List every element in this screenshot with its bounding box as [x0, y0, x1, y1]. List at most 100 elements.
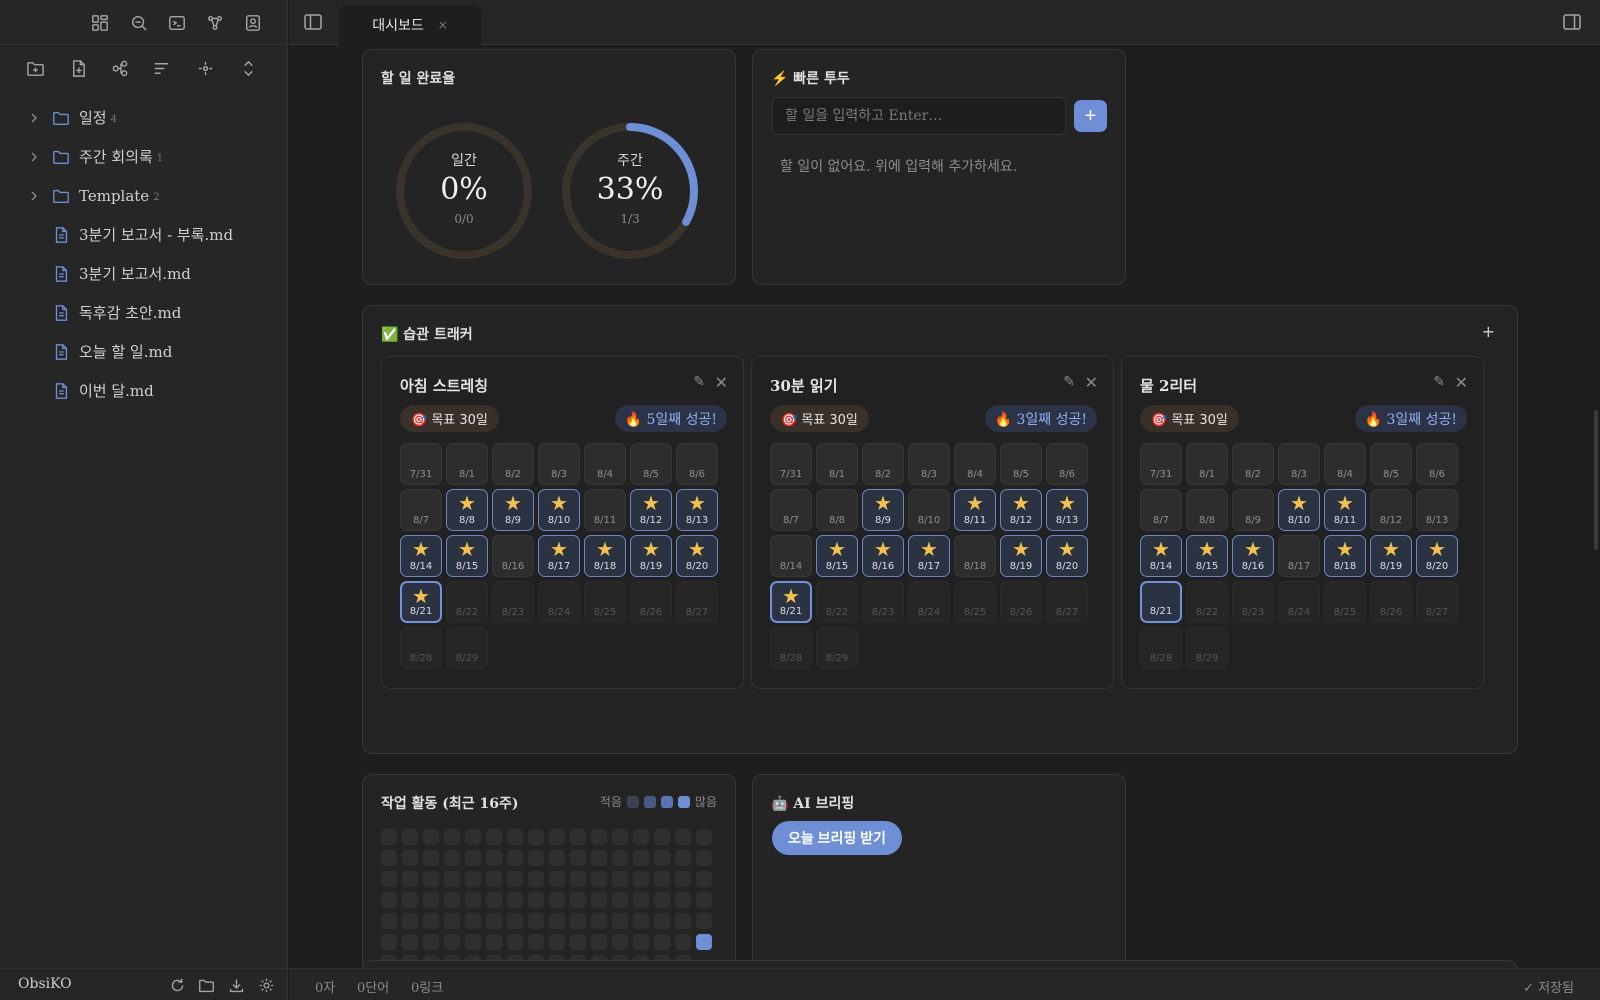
settings-gear-icon[interactable] — [256, 975, 276, 995]
habit-day-cell[interactable]: 8/8 — [1186, 489, 1228, 531]
chevron-right-icon[interactable] — [26, 113, 42, 123]
habit-day-cell[interactable]: ★ 8/11 — [1324, 489, 1366, 531]
habit-day-cell[interactable]: 8/2 — [492, 443, 534, 485]
chevron-right-icon[interactable] — [26, 191, 42, 201]
habit-day-cell[interactable]: 8/17 — [1278, 535, 1320, 577]
habit-day-cell[interactable]: ★ 8/16 — [862, 535, 904, 577]
habit-day-cell[interactable]: 8/4 — [584, 443, 626, 485]
file-item[interactable]: 독후감 초안.md — [0, 293, 288, 332]
sidebar-toggle-left-icon[interactable] — [303, 12, 325, 34]
new-note-icon[interactable] — [65, 55, 91, 81]
habit-day-cell[interactable]: ★ 8/15 — [1186, 535, 1228, 577]
habit-day-cell[interactable]: 8/16 — [492, 535, 534, 577]
habit-day-cell[interactable]: ★ 8/19 — [1000, 535, 1042, 577]
get-briefing-button[interactable]: 오늘 브리핑 받기 — [772, 821, 902, 855]
download-icon[interactable] — [226, 975, 246, 995]
add-habit-button[interactable]: + — [1482, 322, 1495, 341]
habit-day-cell[interactable]: 8/6 — [676, 443, 718, 485]
habit-day-cell[interactable]: ★ 8/11 — [954, 489, 996, 531]
habit-day-cell[interactable]: ★ 8/16 — [1232, 535, 1274, 577]
habit-day-cell[interactable]: ★ 8/12 — [1000, 489, 1042, 531]
habit-day-cell[interactable]: ★ 8/17 — [538, 535, 580, 577]
open-folder-icon[interactable] — [196, 975, 216, 995]
terminal-icon[interactable] — [165, 11, 189, 35]
habit-day-cell[interactable]: 8/6 — [1416, 443, 1458, 485]
add-todo-button[interactable]: + — [1074, 100, 1107, 132]
habit-day-cell[interactable]: ★ 8/21 — [400, 581, 442, 623]
delete-close-icon[interactable]: ✕ — [1455, 373, 1468, 392]
habit-day-cell[interactable]: 8/3 — [908, 443, 950, 485]
habit-day-cell[interactable]: 8/2 — [862, 443, 904, 485]
habit-day-cell[interactable]: ★ 8/14 — [1140, 535, 1182, 577]
habit-day-cell[interactable]: 8/13 — [1416, 489, 1458, 531]
organize-tree-icon[interactable] — [107, 55, 133, 81]
file-item[interactable]: 3분기 보고서.md — [0, 254, 288, 293]
habit-day-cell[interactable]: ★ 8/10 — [538, 489, 580, 531]
habit-day-cell[interactable]: 8/5 — [1370, 443, 1412, 485]
new-folder-icon[interactable] — [22, 55, 48, 81]
file-item[interactable]: 이번 달.md — [0, 371, 288, 410]
edit-pencil-icon[interactable]: ✎ — [1063, 374, 1075, 390]
habit-day-cell[interactable]: ★ 8/15 — [816, 535, 858, 577]
habit-day-cell[interactable]: ★ 8/20 — [1416, 535, 1458, 577]
folder-item-schedule[interactable]: 일정 4 — [0, 98, 288, 137]
habit-day-cell[interactable]: ★ 8/14 — [400, 535, 442, 577]
sort-icon[interactable] — [148, 55, 174, 81]
habit-day-cell[interactable]: 8/7 — [770, 489, 812, 531]
habit-day-cell[interactable]: ★ 8/9 — [492, 489, 534, 531]
habit-day-cell[interactable]: ★ 8/20 — [1046, 535, 1088, 577]
habit-day-cell[interactable]: ★ 8/20 — [676, 535, 718, 577]
habit-day-cell[interactable]: 8/11 — [584, 489, 626, 531]
habit-day-cell[interactable]: 7/31 — [770, 443, 812, 485]
habit-day-cell[interactable]: ★ 8/13 — [676, 489, 718, 531]
tab-close-icon[interactable]: × — [438, 18, 448, 32]
habit-day-cell[interactable]: ★ 8/18 — [584, 535, 626, 577]
vault-name[interactable]: ObsiKO — [18, 976, 72, 992]
habit-day-cell[interactable]: 8/9 — [1232, 489, 1274, 531]
habit-day-cell[interactable]: ★ 8/15 — [446, 535, 488, 577]
habit-day-cell[interactable]: 8/1 — [446, 443, 488, 485]
collapse-expand-icon[interactable] — [235, 55, 261, 81]
delete-close-icon[interactable]: ✕ — [715, 373, 728, 392]
habit-day-cell[interactable]: 8/3 — [538, 443, 580, 485]
habit-day-cell[interactable]: 8/14 — [770, 535, 812, 577]
habit-day-cell[interactable]: 8/7 — [400, 489, 442, 531]
habit-day-cell[interactable]: 8/12 — [1370, 489, 1412, 531]
habit-day-cell[interactable]: ★ 8/19 — [630, 535, 672, 577]
habit-day-cell[interactable]: 8/10 — [908, 489, 950, 531]
habit-day-cell[interactable]: 8/18 — [954, 535, 996, 577]
dashboard-grid-icon[interactable] — [88, 11, 112, 35]
habit-day-cell[interactable]: ★ 8/10 — [1278, 489, 1320, 531]
contact-book-icon[interactable] — [241, 11, 265, 35]
habit-day-cell[interactable]: 8/6 — [1046, 443, 1088, 485]
habit-day-cell[interactable]: ★ 8/12 — [630, 489, 672, 531]
habit-day-cell[interactable]: ★ 8/8 — [446, 489, 488, 531]
tab-dashboard[interactable]: 대시보드 × — [339, 5, 481, 45]
habit-day-cell[interactable]: 7/31 — [1140, 443, 1182, 485]
habit-day-cell[interactable]: 8/1 — [816, 443, 858, 485]
habit-day-cell[interactable]: 8/7 — [1140, 489, 1182, 531]
scrollbar[interactable] — [1594, 410, 1598, 550]
habit-day-cell[interactable]: 8/2 — [1232, 443, 1274, 485]
delete-close-icon[interactable]: ✕ — [1085, 373, 1098, 392]
sync-icon[interactable] — [167, 975, 187, 995]
habit-day-cell[interactable]: 8/1 — [1186, 443, 1228, 485]
habit-day-cell[interactable]: 8/8 — [816, 489, 858, 531]
habit-day-cell[interactable]: ★ 8/17 — [908, 535, 950, 577]
habit-day-cell[interactable]: 7/31 — [400, 443, 442, 485]
habit-day-cell[interactable]: 8/5 — [630, 443, 672, 485]
habit-day-cell[interactable]: 8/3 — [1278, 443, 1320, 485]
folder-item-template[interactable]: Template 2 — [0, 176, 288, 215]
search-icon[interactable] — [127, 11, 151, 35]
file-item[interactable]: 오늘 할 일.md — [0, 332, 288, 371]
edit-pencil-icon[interactable]: ✎ — [693, 374, 705, 390]
sidebar-toggle-right-icon[interactable] — [1562, 12, 1584, 34]
todo-input[interactable] — [772, 97, 1066, 135]
habit-day-cell[interactable]: ★ 8/9 — [862, 489, 904, 531]
habit-day-cell[interactable]: 8/21 — [1140, 581, 1182, 623]
habit-day-cell[interactable]: ★ 8/18 — [1324, 535, 1366, 577]
folder-item-weekly-meetings[interactable]: 주간 회의록 1 — [0, 137, 288, 176]
file-item[interactable]: 3분기 보고서 - 부록.md — [0, 215, 288, 254]
edit-pencil-icon[interactable]: ✎ — [1433, 374, 1445, 390]
habit-day-cell[interactable]: ★ 8/21 — [770, 581, 812, 623]
